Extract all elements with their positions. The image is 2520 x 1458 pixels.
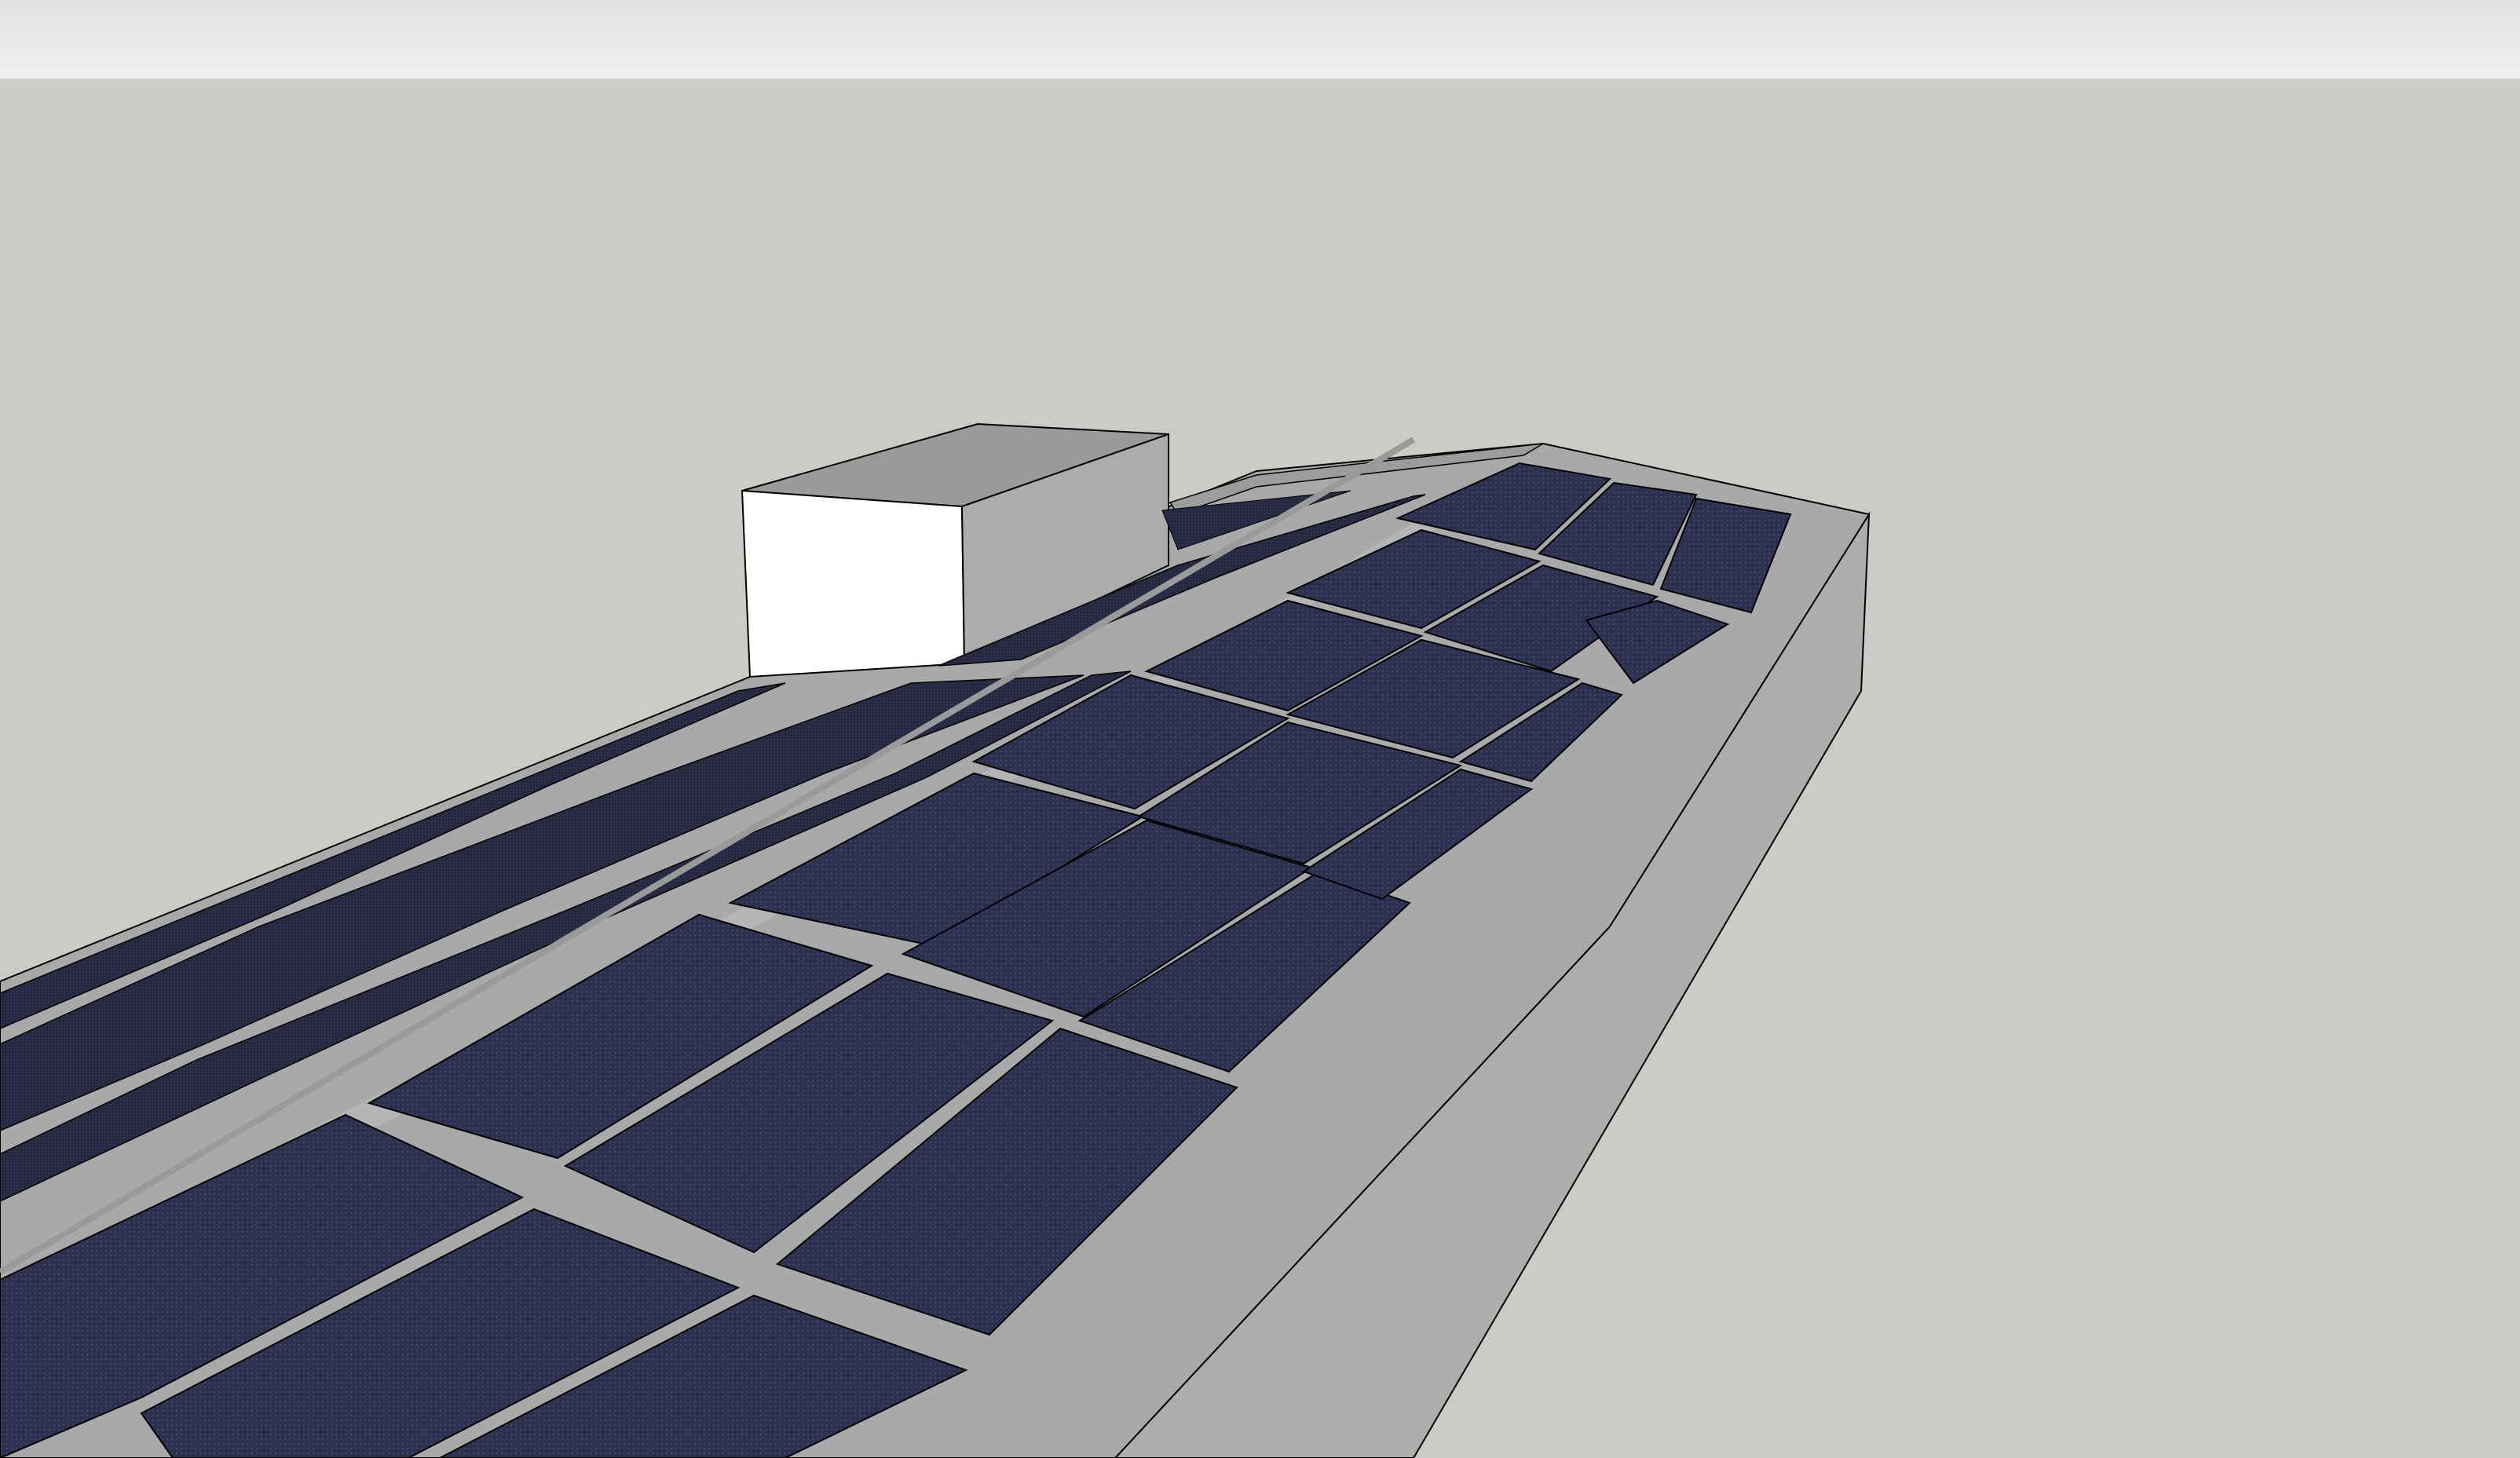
model-scene[interactable] xyxy=(0,80,2520,1458)
window-title-bar xyxy=(0,0,2520,80)
3d-viewport[interactable] xyxy=(0,80,2520,1458)
rooftop-unit-front xyxy=(741,489,966,678)
